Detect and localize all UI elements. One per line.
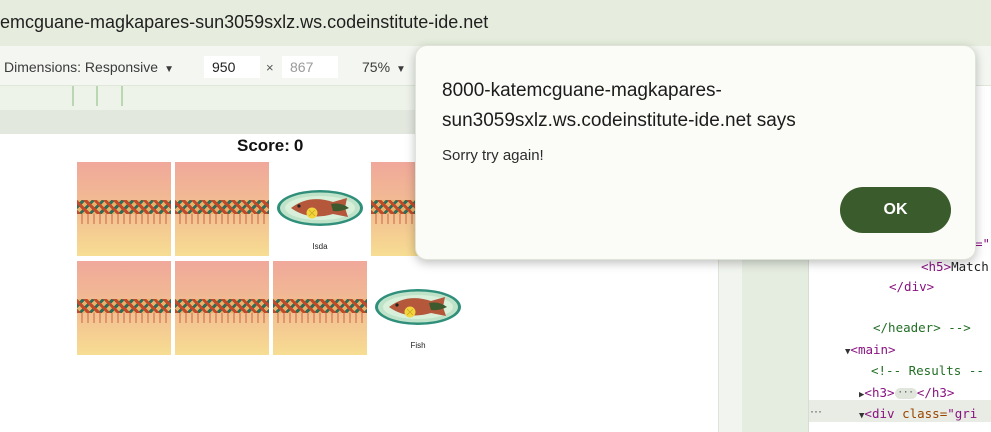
code-tag[interactable]: </h3> <box>917 385 955 400</box>
code-comment[interactable]: </header> --> <box>873 320 971 335</box>
code-attr-value[interactable]: "gri <box>947 406 977 421</box>
card-face[interactable]: Isda <box>273 162 367 256</box>
card-pattern <box>175 313 269 323</box>
fish-plate-icon <box>277 190 363 226</box>
code-tag[interactable]: <main> <box>850 342 895 357</box>
score-display: Score: 0 <box>237 136 303 156</box>
card-pattern <box>175 200 269 214</box>
card-pattern <box>273 313 367 323</box>
card-back[interactable] <box>175 261 269 355</box>
ok-button[interactable]: OK <box>840 187 951 233</box>
card-pattern <box>77 299 171 313</box>
media-query-marker[interactable] <box>96 86 98 106</box>
chevron-down-icon: ▼ <box>396 64 406 75</box>
code-tag[interactable]: <h5> <box>921 259 951 274</box>
card-pattern <box>175 214 269 224</box>
media-query-marker[interactable] <box>121 86 123 106</box>
card-label: Isda <box>312 242 328 251</box>
code-line[interactable]: </div> <box>889 279 934 294</box>
score-value: 0 <box>293 136 304 155</box>
url-text[interactable]: emcguane-magkapares-sun3059sxlz.ws.codei… <box>0 12 488 33</box>
code-line[interactable]: ="] <box>975 236 991 251</box>
dialog-title: 8000-katemcguane-magkapares-sun3059sxlz.… <box>442 80 796 131</box>
height-input[interactable]: 867 <box>282 56 338 78</box>
dimensions-dropdown[interactable]: Dimensions: Responsive ▼ <box>4 59 174 75</box>
code-tag[interactable]: <div <box>864 406 902 421</box>
ellipsis-icon[interactable]: ··· <box>894 388 917 399</box>
code-comment[interactable]: <!-- Results -- <box>871 363 984 378</box>
dimensions-label: Dimensions: Responsive <box>4 59 159 75</box>
dialog-message: Sorry try again! <box>442 147 544 164</box>
fish-plate-icon <box>375 289 461 325</box>
card-back[interactable] <box>273 261 367 355</box>
code-text[interactable]: Match <box>951 259 989 274</box>
times-icon: × <box>266 60 274 75</box>
zoom-dropdown[interactable]: 75% ▼ <box>362 59 406 75</box>
card-back[interactable] <box>77 261 171 355</box>
card-pattern <box>77 313 171 323</box>
code-attr[interactable]: class= <box>902 406 947 421</box>
card-back[interactable] <box>175 162 269 256</box>
chevron-down-icon: ▼ <box>164 64 174 75</box>
card-pattern <box>273 299 367 313</box>
media-query-marker[interactable] <box>72 86 74 106</box>
code-tag[interactable]: <h3> <box>864 385 894 400</box>
card-back[interactable] <box>77 162 171 256</box>
more-options-icon[interactable]: ··· <box>810 404 822 418</box>
card-pattern <box>77 214 171 224</box>
card-pattern <box>175 299 269 313</box>
alert-dialog: 8000-katemcguane-magkapares-sun3059sxlz.… <box>415 45 976 260</box>
score-label: Score: <box>237 136 290 155</box>
card-pattern <box>77 200 171 214</box>
card-label: Fish <box>410 341 426 350</box>
address-bar[interactable]: emcguane-magkapares-sun3059sxlz.ws.codei… <box>0 0 991 46</box>
card-face[interactable]: Fish <box>371 261 465 355</box>
width-input[interactable]: 950 <box>204 56 260 78</box>
zoom-label: 75% <box>362 59 391 75</box>
